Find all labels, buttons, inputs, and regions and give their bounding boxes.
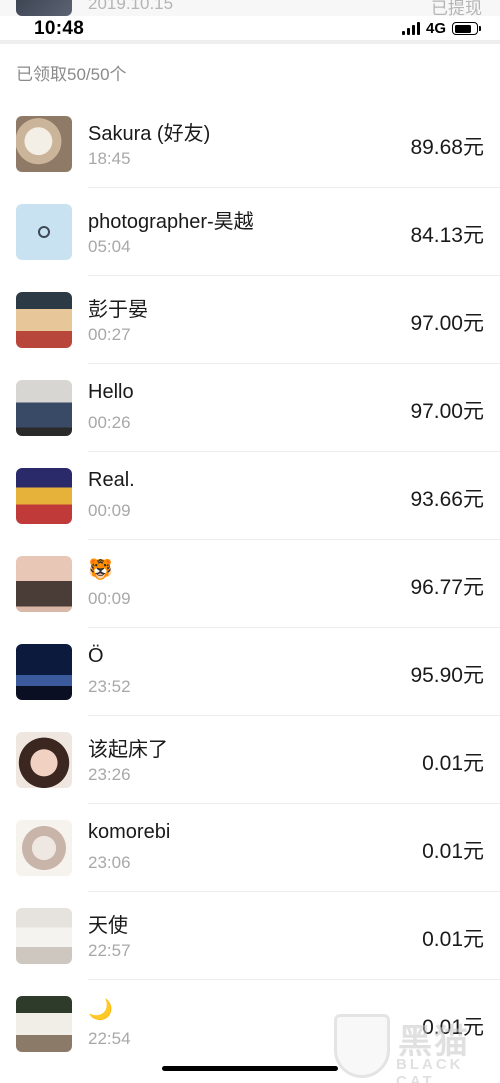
cat-shield-icon <box>334 1014 390 1078</box>
claim-time: 00:09 <box>88 589 131 608</box>
claim-amount: 97.00元 <box>410 400 484 423</box>
status-bar: 10:48 4G <box>0 16 500 40</box>
previous-avatar <box>16 0 72 16</box>
header-separator <box>0 40 500 44</box>
status-time: 10:48 <box>34 18 85 39</box>
cartoon-avatar[interactable] <box>16 292 72 348</box>
claim-amount: 96.77元 <box>410 576 484 599</box>
claim-amount: 84.13元 <box>410 224 484 247</box>
claim-time: 00:27 <box>88 325 131 344</box>
baby-photo-avatar[interactable] <box>16 820 72 876</box>
watermark-en: BLACK CAT <box>396 1056 464 1083</box>
network-type: 4G <box>425 20 446 37</box>
recipient-name: 🌙 <box>88 999 113 1021</box>
list-item[interactable]: Ö 23:52 95.90元 <box>0 628 500 716</box>
previous-date: 2019.10.15 <box>88 0 174 13</box>
cat-avatar[interactable] <box>16 116 72 172</box>
yellow-shirt-avatar[interactable] <box>16 468 72 524</box>
blue-ring-avatar[interactable] <box>16 204 72 260</box>
claim-time: 00:09 <box>88 501 131 520</box>
person-photo-avatar[interactable] <box>16 380 72 436</box>
claim-time: 23:52 <box>88 677 131 696</box>
recipient-list: Sakura (好友) 18:45 89.68元 photographer-昊越… <box>0 100 500 1068</box>
battery-icon <box>452 22 481 35</box>
list-item[interactable]: 🐯 00:09 96.77元 <box>0 540 500 628</box>
recipient-name: Sakura (好友) <box>88 123 211 145</box>
warrior-avatar[interactable] <box>16 556 72 612</box>
claim-amount: 89.68元 <box>410 136 484 159</box>
list-item[interactable]: photographer-昊越 05:04 84.13元 <box>0 188 500 276</box>
claim-time: 05:04 <box>88 237 131 256</box>
black-cat-watermark: 黑猫 BLACK CAT <box>334 1014 494 1083</box>
claim-time: 22:57 <box>88 941 131 960</box>
previous-record-strip: 2019.10.15 已提现 <box>0 0 500 16</box>
recipient-name: Ö <box>88 645 104 667</box>
recipient-name: 天使 <box>88 915 128 937</box>
list-item[interactable]: 彭于晏 00:27 97.00元 <box>0 276 500 364</box>
claim-amount: 97.00元 <box>410 312 484 335</box>
recipient-name: photographer-昊越 <box>88 211 254 233</box>
list-item[interactable]: Real. 00:09 93.66元 <box>0 452 500 540</box>
sitting-girl-avatar[interactable] <box>16 908 72 964</box>
recipient-name: Real. <box>88 469 135 491</box>
portrait-avatar[interactable] <box>16 996 72 1052</box>
claim-time: 22:54 <box>88 1029 131 1048</box>
list-item[interactable]: 该起床了 23:26 0.01元 <box>0 716 500 804</box>
recipient-name: komorebi <box>88 821 171 843</box>
claimed-summary: 已领取50/50个 <box>16 65 127 84</box>
claim-amount: 93.66元 <box>410 488 484 511</box>
claim-time: 23:06 <box>88 853 131 872</box>
claim-amount: 0.01元 <box>422 840 484 863</box>
recipient-name: 彭于晏 <box>88 299 148 321</box>
recipient-name: 🐯 <box>88 559 113 581</box>
claim-time: 18:45 <box>88 149 131 168</box>
recipient-name: Hello <box>88 381 134 403</box>
girl-photo-avatar[interactable] <box>16 732 72 788</box>
claim-amount: 95.90元 <box>410 664 484 687</box>
claim-amount: 0.01元 <box>422 752 484 775</box>
status-indicators: 4G <box>401 20 481 37</box>
recipient-name: 该起床了 <box>88 739 168 761</box>
previous-status: 已提现 <box>431 0 482 16</box>
claim-amount: 0.01元 <box>422 928 484 951</box>
list-item[interactable]: Hello 00:26 97.00元 <box>0 364 500 452</box>
night-sky-avatar[interactable] <box>16 644 72 700</box>
home-indicator[interactable] <box>162 1066 338 1071</box>
claim-time: 00:26 <box>88 413 131 432</box>
list-item[interactable]: 天使 22:57 0.01元 <box>0 892 500 980</box>
claim-time: 23:26 <box>88 765 131 784</box>
list-item[interactable]: Sakura (好友) 18:45 89.68元 <box>0 100 500 188</box>
signal-icon <box>401 22 420 35</box>
list-item[interactable]: komorebi 23:06 0.01元 <box>0 804 500 892</box>
